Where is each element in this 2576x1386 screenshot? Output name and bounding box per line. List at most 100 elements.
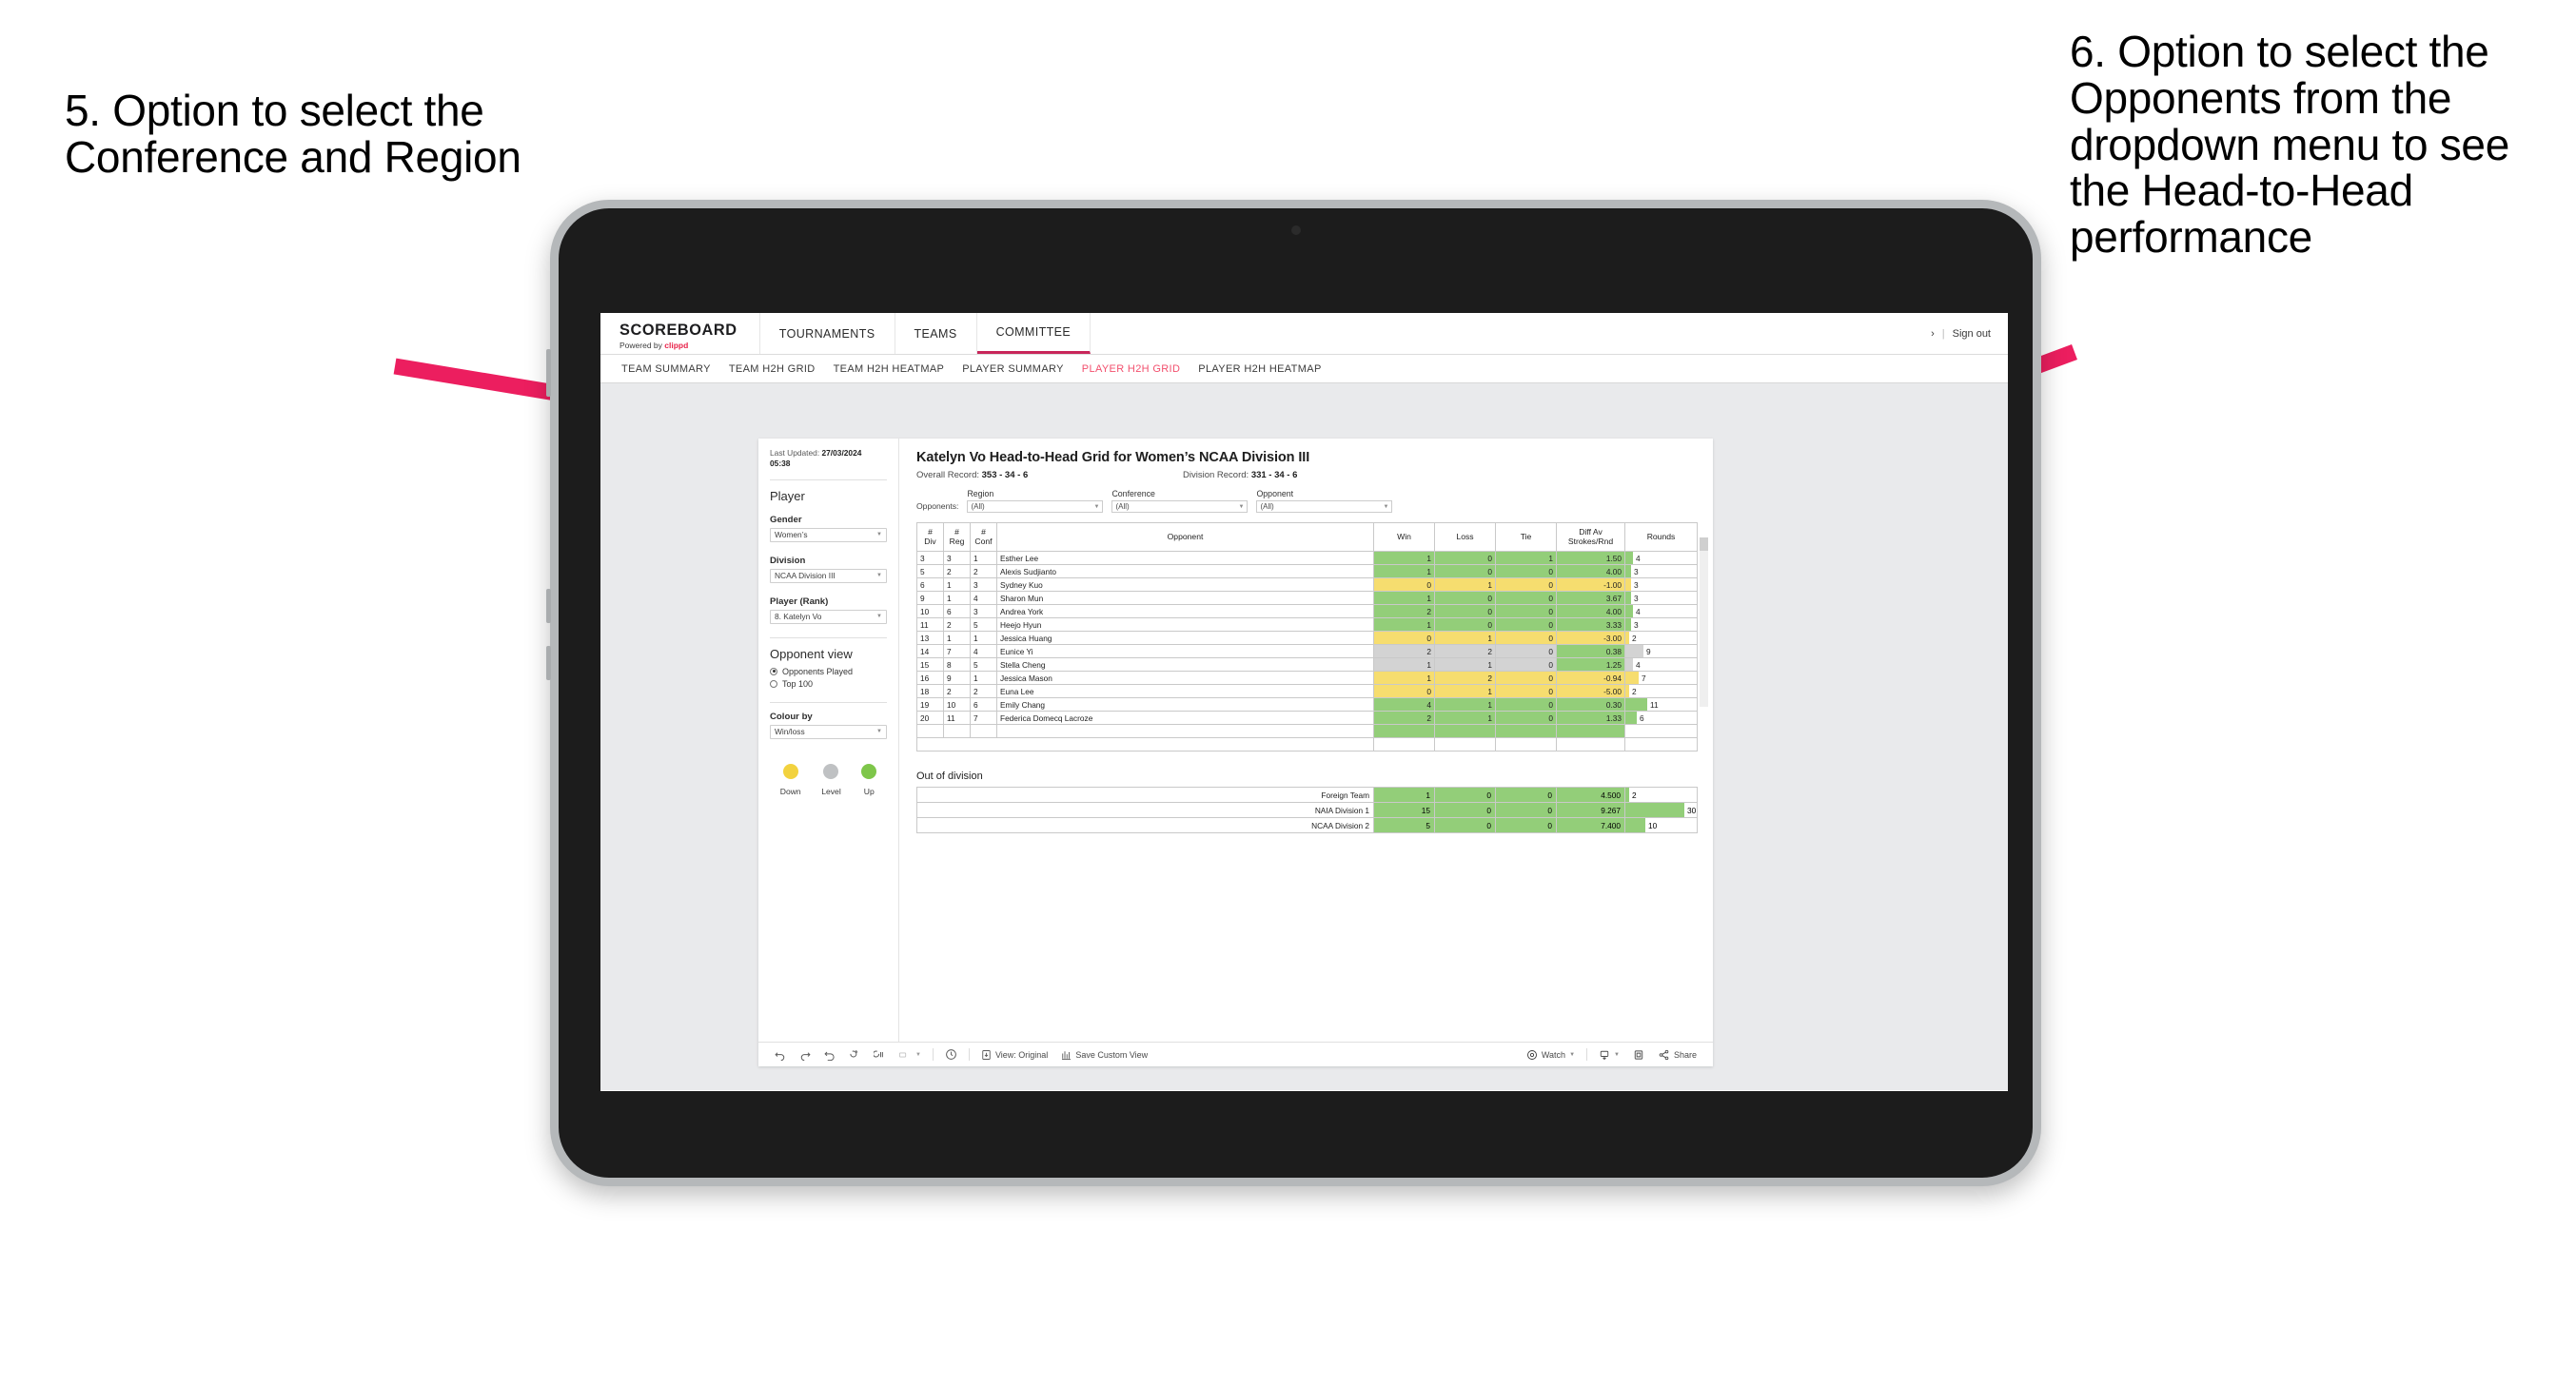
col-tie[interactable]: Tie [1495, 522, 1557, 552]
subnav-item-player-h2h-heatmap[interactable]: PLAYER H2H HEATMAP [1198, 363, 1339, 375]
topnav-item-teams[interactable]: TEAMS [895, 313, 977, 354]
gender-select-value: Women’s [775, 530, 808, 540]
cell-win: 15 [1373, 802, 1435, 818]
table-row[interactable]: 19 10 6 Emily Chang 4 1 0 0.30 11 [916, 697, 1698, 712]
power-button[interactable] [546, 349, 551, 397]
cell-rounds: 3 [1624, 617, 1698, 632]
topnav-item-tournaments[interactable]: TOURNAMENTS [760, 313, 895, 354]
table-row[interactable]: NCAA Division 2 5 0 0 7.400 10 [916, 817, 1698, 833]
col-rounds[interactable]: Rounds [1624, 522, 1698, 552]
col-opponent[interactable]: Opponent [996, 522, 1374, 552]
cell-diff [1556, 724, 1625, 738]
cell-tie: 0 [1495, 684, 1557, 698]
radio-top-100[interactable]: Top 100 [770, 679, 887, 689]
cell-conf: 6 [970, 697, 997, 712]
cell-loss: 1 [1434, 577, 1496, 592]
annotation-left-text: 5. Option to select the Conference and R… [65, 86, 521, 182]
pause-button[interactable] [867, 1049, 892, 1061]
division-select[interactable]: NCAA Division III ▼ [770, 568, 887, 583]
cell-rounds: 4 [1624, 657, 1698, 672]
cell-rounds: 7 [1624, 671, 1698, 685]
table-row[interactable]: 15 8 5 Stella Cheng 1 1 0 1.25 4 [916, 657, 1698, 672]
cell-tie: 0 [1495, 817, 1557, 833]
region-select[interactable]: (All) ▼ [967, 500, 1104, 513]
table-row[interactable]: 5 2 2 Alexis Sudjianto 1 0 0 4.00 3 [916, 564, 1698, 578]
volume-up-button[interactable] [546, 589, 551, 623]
cell-diff: 0.30 [1556, 697, 1625, 712]
highlight-button[interactable]: ▼ [892, 1049, 928, 1061]
division-select-value: NCAA Division III [775, 571, 836, 581]
subnav-item-player-summary[interactable]: PLAYER SUMMARY [962, 363, 1082, 375]
brand-logo[interactable]: SCOREBOARD Powered by clippd [600, 313, 760, 354]
annotation-right-text: 6. Option to select the Opponents from t… [2070, 27, 2509, 262]
grid-vertical-scrollbar[interactable] [1700, 537, 1708, 707]
cell-rounds: 10 [1624, 817, 1698, 833]
redo-button[interactable] [793, 1049, 817, 1061]
rounds-bar [1625, 552, 1633, 564]
cell-diff: 1.33 [1556, 711, 1625, 725]
col-diff[interactable]: Diff Av Strokes/Rnd [1556, 522, 1625, 552]
table-row[interactable]: Foreign Team 1 0 0 4.500 2 [916, 787, 1698, 803]
watch-button[interactable]: Watch ▼ [1520, 1049, 1582, 1061]
cell-rounds: 4 [1624, 604, 1698, 618]
col-loss[interactable]: Loss [1434, 522, 1496, 552]
page-background: Last Updated: 27/03/2024 05:38 Player Ge… [600, 383, 2008, 1090]
radio-opponents-played[interactable]: Opponents Played [770, 667, 887, 676]
subnav-item-team-h2h-grid[interactable]: TEAM H2H GRID [729, 363, 834, 375]
col-div[interactable]: # Div [916, 522, 944, 552]
player-rank-select[interactable]: 8. Katelyn Vo ▼ [770, 609, 887, 624]
refresh-button[interactable] [842, 1049, 867, 1061]
revert-button[interactable] [817, 1049, 842, 1061]
volume-down-button[interactable] [546, 646, 551, 680]
cell-diff: 1.50 [1556, 551, 1625, 565]
sign-out-link[interactable]: Sign out [1953, 328, 1991, 340]
download-button[interactable]: ▼ [1592, 1049, 1626, 1061]
table-row[interactable]: 10 6 3 Andrea York 2 0 0 4.00 4 [916, 604, 1698, 618]
cell-div: 10 [916, 604, 944, 618]
cell-win: 1 [1373, 564, 1435, 578]
table-row[interactable]: 18 2 2 Euna Lee 0 1 0 -5.00 2 [916, 684, 1698, 698]
table-row[interactable]: 16 9 1 Jessica Mason 1 2 0 -0.94 7 [916, 671, 1698, 685]
conference-select[interactable]: (All) ▼ [1111, 500, 1249, 513]
cell-rounds: 2 [1624, 684, 1698, 698]
subnav-item-team-summary[interactable]: TEAM SUMMARY [621, 363, 729, 375]
gender-select[interactable]: Women’s ▼ [770, 527, 887, 542]
cell-rounds: 4 [1624, 551, 1698, 565]
chevron-down-icon: ▼ [1569, 1051, 1576, 1058]
topnav-separator: | [1941, 327, 1945, 340]
cell-win: 5 [1373, 817, 1435, 833]
table-row[interactable]: 20 11 7 Federica Domecq Lacroze 2 1 0 1.33 6 [916, 711, 1698, 725]
undo-button[interactable] [768, 1049, 793, 1061]
clock-button[interactable] [938, 1048, 964, 1061]
chevron-right-icon[interactable]: › [1931, 328, 1935, 340]
table-row[interactable]: 14 7 4 Eunice Yi 2 2 0 0.38 9 [916, 644, 1698, 658]
opponent-select[interactable]: (All) ▼ [1256, 500, 1393, 513]
cell-tie: 0 [1495, 802, 1557, 818]
grid-scrollbar-thumb[interactable] [1700, 537, 1708, 551]
save-custom-view-button[interactable]: Save Custom View [1054, 1049, 1154, 1061]
radio-opponents-played-label: Opponents Played [782, 666, 854, 676]
table-row[interactable]: 9 1 4 Sharon Mun 1 0 0 3.67 3 [916, 591, 1698, 605]
table-row[interactable]: NAIA Division 1 15 0 0 9.267 30 [916, 802, 1698, 818]
player-rank-select-value: 8. Katelyn Vo [775, 612, 822, 622]
col-conf[interactable]: # Conf [970, 522, 997, 552]
table-row[interactable]: 3 3 1 Esther Lee 1 0 1 1.50 4 [916, 551, 1698, 565]
cell-diff: 3.67 [1556, 591, 1625, 605]
fullscreen-button[interactable] [1626, 1049, 1651, 1061]
share-button[interactable]: Share [1651, 1049, 1703, 1061]
subnav-item-player-h2h-grid[interactable]: PLAYER H2H GRID [1082, 363, 1198, 375]
view-original-button[interactable]: View: Original [974, 1049, 1054, 1061]
cell-win: 2 [1373, 604, 1435, 618]
col-win[interactable]: Win [1373, 522, 1435, 552]
subnav-item-team-h2h-heatmap[interactable]: TEAM H2H HEATMAP [834, 363, 963, 375]
cell-opponent: Esther Lee [996, 551, 1374, 565]
table-row[interactable]: 6 1 3 Sydney Kuo 0 1 0 -1.00 3 [916, 577, 1698, 592]
table-row[interactable]: 11 2 5 Heejo Hyun 1 0 0 3.33 3 [916, 617, 1698, 632]
chevron-down-icon: ▼ [1238, 503, 1245, 510]
col-reg[interactable]: # Reg [943, 522, 971, 552]
table-row[interactable]: 13 1 1 Jessica Huang 0 1 0 -3.00 2 [916, 631, 1698, 645]
colour-by-select[interactable]: Win/loss ▼ [770, 724, 887, 739]
cell-win: 2 [1373, 644, 1435, 658]
topnav-item-committee[interactable]: COMMITTEE [976, 313, 1091, 354]
cell-diff: 1.25 [1556, 657, 1625, 672]
